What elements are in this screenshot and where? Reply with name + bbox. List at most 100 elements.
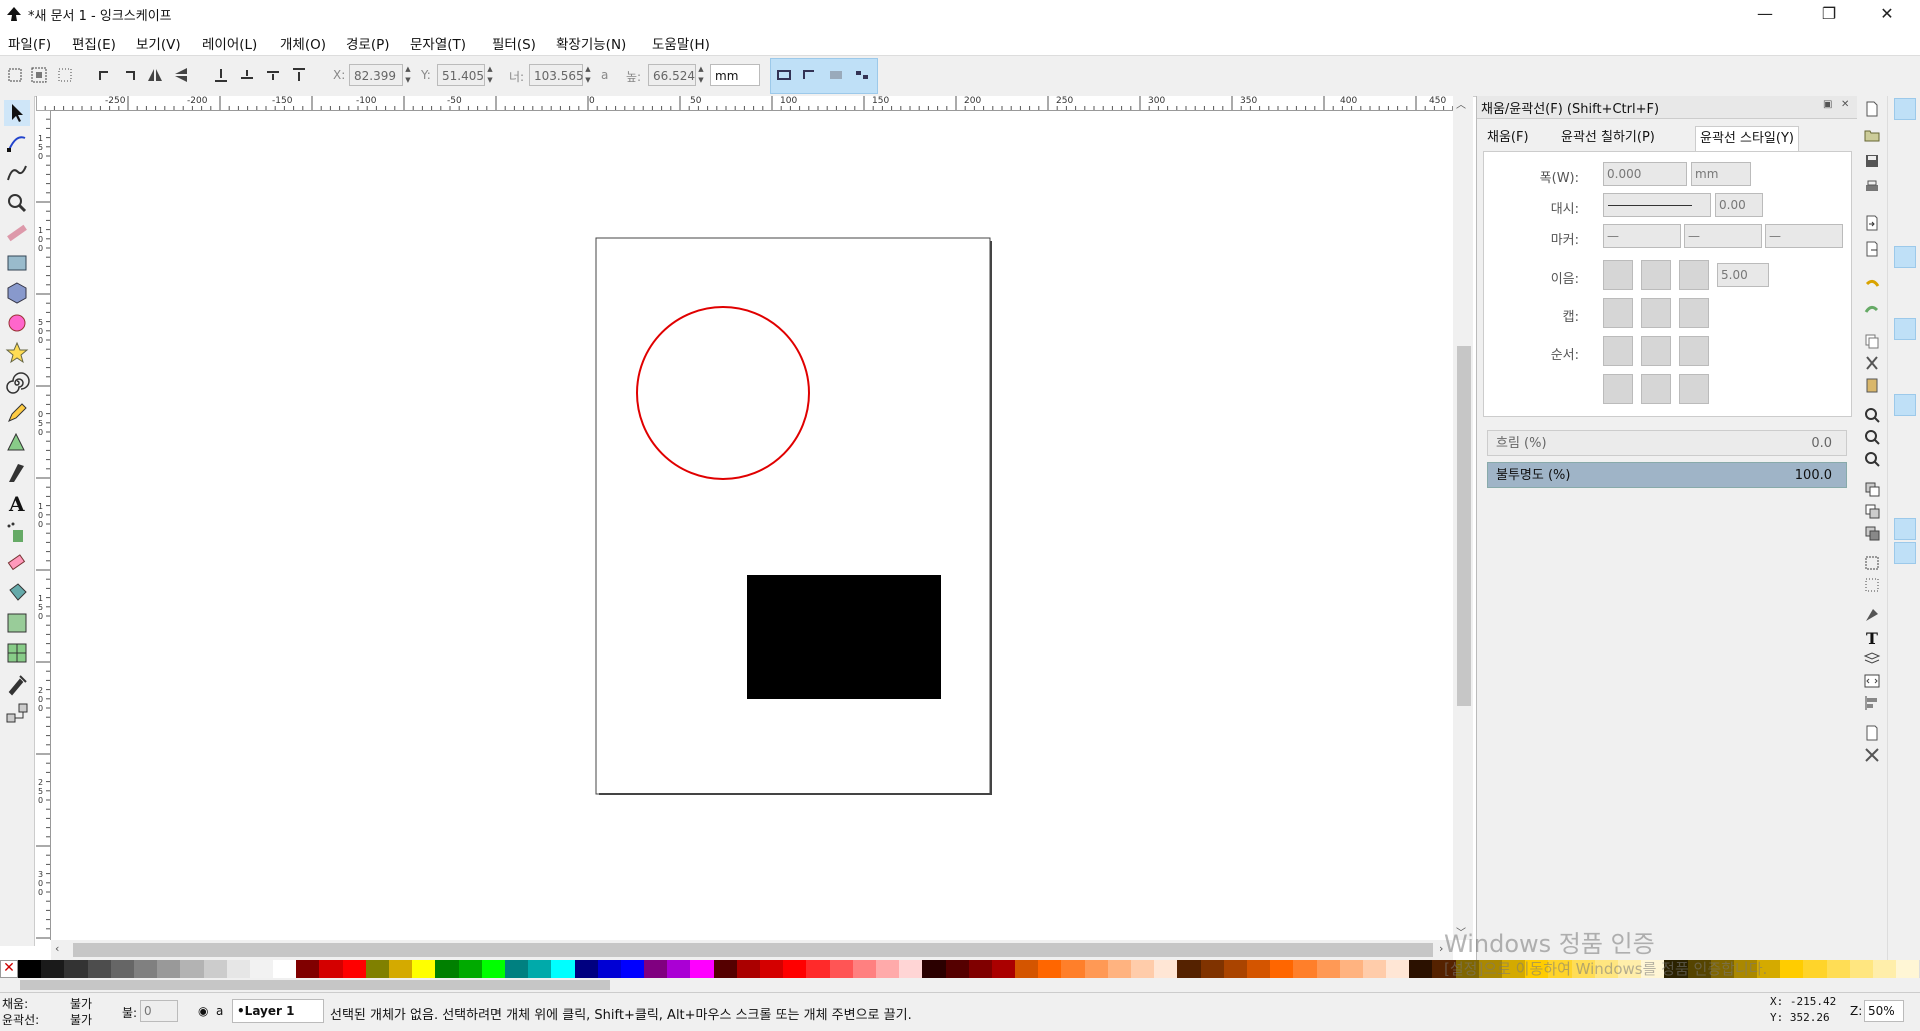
color-swatch[interactable]: [1177, 960, 1201, 978]
color-swatch[interactable]: [875, 960, 900, 978]
color-swatch[interactable]: [852, 960, 876, 978]
snap-rotation-center-icon[interactable]: [1894, 442, 1916, 464]
color-swatch[interactable]: [249, 960, 274, 978]
scroll-up-icon[interactable]: ︿: [1456, 96, 1466, 111]
zoom-drawing-icon[interactable]: [1863, 428, 1881, 446]
color-swatch[interactable]: [1131, 960, 1155, 978]
gradient-tool-icon[interactable]: [4, 610, 30, 636]
color-swatch[interactable]: [528, 960, 552, 978]
start-marker-select[interactable]: —: [1603, 224, 1681, 248]
color-swatch[interactable]: [667, 960, 691, 978]
color-swatch[interactable]: [41, 960, 65, 978]
vertical-scroll-thumb[interactable]: [1457, 346, 1471, 706]
zoom-page-icon[interactable]: [1863, 450, 1881, 468]
color-swatch[interactable]: [1223, 960, 1247, 978]
snap-cusp-nodes-icon[interactable]: [1894, 318, 1916, 340]
order-markers-fill-button[interactable]: [1603, 374, 1633, 404]
color-swatch[interactable]: [760, 960, 784, 978]
rotate-cw-icon[interactable]: [120, 66, 138, 84]
join-round-button[interactable]: [1641, 260, 1671, 290]
unit-select[interactable]: mm: [710, 64, 760, 86]
color-swatch[interactable]: [1038, 960, 1062, 978]
color-swatch[interactable]: [922, 960, 946, 978]
document-properties-icon[interactable]: [1863, 724, 1881, 742]
x-spinner[interactable]: ▲ ▼: [403, 64, 413, 86]
spiral-tool-icon[interactable]: [4, 370, 30, 396]
color-swatch[interactable]: [1896, 960, 1920, 978]
scale-corners-icon[interactable]: [801, 66, 819, 84]
menu-view[interactable]: 보기(V): [136, 33, 181, 53]
color-swatch[interactable]: [1015, 960, 1039, 978]
mesh-tool-icon[interactable]: [4, 640, 30, 666]
menu-path[interactable]: 경로(P): [346, 33, 390, 53]
color-swatch[interactable]: [481, 960, 505, 978]
new-document-icon[interactable]: [1863, 100, 1881, 118]
snap-others-icon[interactable]: [1894, 394, 1916, 416]
dialog-iconify-icon[interactable]: ▣: [1823, 99, 1832, 110]
color-swatch[interactable]: [1386, 960, 1410, 978]
ungroup-icon[interactable]: [1863, 576, 1881, 594]
order-markers-stroke-button[interactable]: [1641, 374, 1671, 404]
color-swatch[interactable]: [226, 960, 250, 978]
height-field[interactable]: 66.524: [648, 64, 696, 86]
text-tool-icon[interactable]: A: [4, 490, 30, 516]
star-tool-icon[interactable]: [4, 340, 30, 366]
eraser-tool-icon[interactable]: [4, 550, 30, 576]
color-swatch[interactable]: [736, 960, 760, 978]
snap-bbox-icon[interactable]: [1894, 122, 1916, 144]
color-swatch[interactable]: [551, 960, 575, 978]
color-swatch[interactable]: [1780, 960, 1804, 978]
snap-bbox-midpoint-icon[interactable]: [1894, 194, 1916, 216]
height-spinner[interactable]: ▲ ▼: [696, 64, 706, 86]
color-swatch[interactable]: [1246, 960, 1271, 978]
print-icon[interactable]: [1863, 178, 1881, 196]
dialog-close-icon[interactable]: ✕: [1841, 99, 1849, 110]
copy-icon[interactable]: [1863, 332, 1881, 350]
pen-tool-icon[interactable]: [4, 430, 30, 456]
menu-layer[interactable]: 레이어(L): [202, 33, 257, 53]
dropper-tool-icon[interactable]: [4, 670, 30, 696]
color-swatch[interactable]: [365, 960, 389, 978]
cap-square-button[interactable]: [1679, 298, 1709, 328]
snap-path-icon[interactable]: [1894, 270, 1916, 292]
maximize-button[interactable]: ❐: [1806, 0, 1852, 28]
order-normal-button[interactable]: [1603, 336, 1633, 366]
paint-bucket-tool-icon[interactable]: [4, 580, 30, 606]
opacity-slider[interactable]: 불투명도 (%) 100.0: [1487, 462, 1847, 488]
node-tool-icon[interactable]: [4, 130, 30, 156]
zoom-selection-icon[interactable]: [1863, 406, 1881, 424]
redo-icon[interactable]: [1863, 302, 1881, 320]
stroke-width-unit-select[interactable]: mm: [1691, 162, 1751, 186]
color-swatch[interactable]: [1873, 960, 1897, 978]
width-field[interactable]: 103.565: [529, 64, 584, 86]
lower-to-bottom-icon[interactable]: [212, 66, 230, 84]
cut-icon[interactable]: [1863, 354, 1881, 372]
zoom-field[interactable]: 50%: [1864, 1000, 1904, 1022]
select-all-icon[interactable]: [6, 66, 24, 84]
order-stroke-markers-button[interactable]: [1679, 374, 1709, 404]
color-swatch[interactable]: [829, 960, 853, 978]
layer-visibility-icon[interactable]: ◉: [198, 1004, 208, 1018]
y-spinner[interactable]: ▲ ▼: [485, 64, 495, 86]
join-miter-button[interactable]: [1679, 260, 1709, 290]
blur-slider[interactable]: 흐림 (%) 0.0: [1487, 430, 1847, 456]
snap-page-border-icon[interactable]: [1894, 494, 1916, 516]
mid-marker-select[interactable]: —: [1684, 224, 1762, 248]
color-swatch[interactable]: [899, 960, 923, 978]
import-icon[interactable]: [1863, 214, 1881, 232]
spray-tool-icon[interactable]: [4, 520, 30, 546]
color-swatch[interactable]: [412, 960, 436, 978]
color-swatch[interactable]: [87, 960, 111, 978]
stroke-width-field[interactable]: 0.000: [1603, 162, 1687, 186]
color-swatch[interactable]: [1293, 960, 1317, 978]
calligraphy-tool-icon[interactable]: [4, 460, 30, 486]
lower-icon[interactable]: [238, 66, 256, 84]
paste-icon[interactable]: [1863, 376, 1881, 394]
tweak-tool-icon[interactable]: [4, 160, 30, 186]
snap-object-center-icon[interactable]: [1894, 418, 1916, 440]
menu-file[interactable]: 파일(F): [8, 33, 51, 53]
color-swatch[interactable]: [1107, 960, 1131, 978]
rectangle-object[interactable]: [747, 575, 941, 699]
color-swatch[interactable]: [1339, 960, 1363, 978]
color-swatch[interactable]: [1826, 960, 1850, 978]
